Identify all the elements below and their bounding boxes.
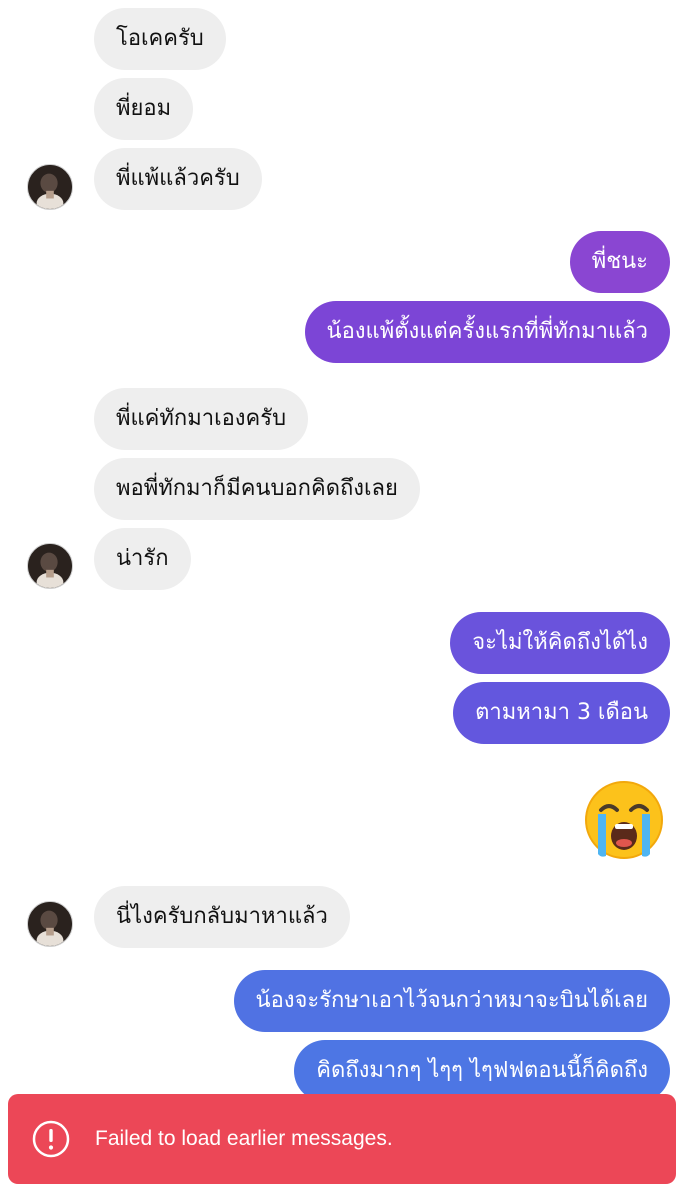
message-bubble-outgoing[interactable]: พี่ชนะ: [569, 231, 670, 293]
contact-avatar[interactable]: [27, 901, 73, 947]
message-bubble-incoming[interactable]: น่ารัก: [94, 528, 191, 590]
message-bubble-incoming[interactable]: โอเคครับ: [94, 8, 226, 70]
error-toast[interactable]: Failed to load earlier messages.: [8, 1094, 676, 1184]
chat-thread: โอเคครับ พี่ยอม พี่แพ้แล้วครับ พี่ชนะ น้…: [0, 0, 684, 1200]
alert-circle-icon: [32, 1120, 70, 1158]
loudly-crying-face-emoji[interactable]: [584, 780, 664, 860]
message-bubble-incoming[interactable]: พี่แพ้แล้วครับ: [94, 148, 262, 210]
message-bubble-incoming[interactable]: พอพี่ทักมาก็มีคนบอกคิดถึงเลย: [94, 458, 420, 520]
message-bubble-outgoing[interactable]: จะไม่ให้คิดถึงได้ไง: [450, 612, 670, 674]
message-bubble-incoming[interactable]: นี่ไงครับกลับมาหาแล้ว: [94, 886, 350, 948]
error-message: Failed to load earlier messages.: [95, 1127, 393, 1150]
message-bubble-incoming[interactable]: พี่แค่ทักมาเองครับ: [94, 388, 309, 450]
message-bubble-outgoing[interactable]: น้องจะรักษาเอาไว้จนกว่าหมาจะบินได้เลย: [233, 970, 670, 1032]
message-bubble-outgoing[interactable]: คิดถึงมากๆ ไๆๆ ไๆฟฟตอนนี้ก็คิดถึง: [294, 1040, 670, 1102]
contact-avatar[interactable]: [27, 164, 73, 210]
message-bubble-outgoing[interactable]: ตามหามา 3 เดือน: [453, 682, 670, 744]
message-bubble-incoming[interactable]: พี่ยอม: [94, 78, 194, 140]
contact-avatar[interactable]: [27, 543, 73, 589]
message-bubble-outgoing[interactable]: น้องแพ้ตั้งแต่ครั้งแรกที่พี่ทักมาแล้ว: [304, 301, 670, 363]
